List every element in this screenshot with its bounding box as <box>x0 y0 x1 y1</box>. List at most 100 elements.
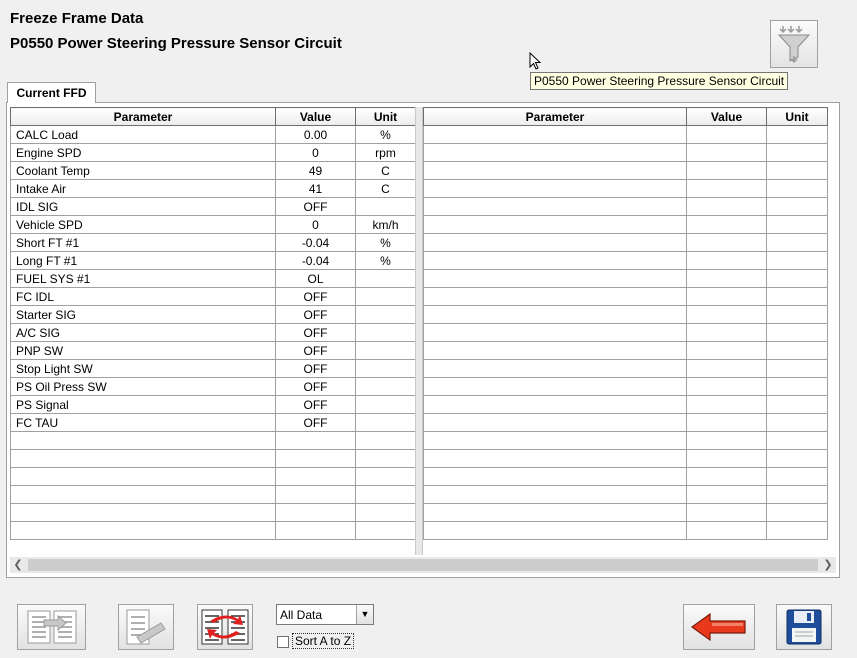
filter-button[interactable] <box>770 20 818 68</box>
table-row[interactable] <box>423 341 828 360</box>
table-row[interactable]: A/C SIG OFF <box>10 323 416 342</box>
table-row[interactable] <box>423 431 828 450</box>
column-header-unit[interactable]: Unit <box>355 107 416 126</box>
unit-cell <box>766 449 828 468</box>
table-row[interactable] <box>423 125 828 144</box>
value-cell: OFF <box>275 359 356 378</box>
parameter-cell: Intake Air <box>10 179 276 198</box>
table-row[interactable]: PS Signal OFF <box>10 395 416 414</box>
floppy-save-icon <box>786 609 822 645</box>
table-row[interactable]: Short FT #1 -0.04% <box>10 233 416 252</box>
table-row[interactable] <box>423 359 828 378</box>
table-row[interactable] <box>10 449 416 468</box>
value-cell: 0 <box>275 215 356 234</box>
column-header-parameter[interactable]: Parameter <box>423 107 687 126</box>
table-row[interactable] <box>423 179 828 198</box>
unit-cell <box>766 179 828 198</box>
unit-cell <box>766 467 828 486</box>
unit-cell <box>355 323 416 342</box>
parameter-cell: Long FT #1 <box>10 251 276 270</box>
table-row[interactable]: PNP SW OFF <box>10 341 416 360</box>
column-header-unit[interactable]: Unit <box>766 107 828 126</box>
unit-cell <box>766 251 828 270</box>
table-row[interactable] <box>10 467 416 486</box>
ffd-table-left: Parameter Value Unit CALC Load 0.00% Engin… <box>10 107 416 540</box>
table-row[interactable] <box>423 269 828 288</box>
table-row[interactable] <box>423 215 828 234</box>
table-row[interactable] <box>10 431 416 450</box>
table-row[interactable]: Long FT #1 -0.04% <box>10 251 416 270</box>
table-row[interactable] <box>10 503 416 522</box>
table-row[interactable] <box>10 485 416 504</box>
table-row[interactable] <box>423 395 828 414</box>
table-row[interactable]: FC TAU OFF <box>10 413 416 432</box>
table-splitter[interactable] <box>415 107 423 555</box>
table-row[interactable] <box>423 197 828 216</box>
parameter-cell <box>423 233 687 252</box>
unit-cell: C <box>355 179 416 198</box>
table-row[interactable] <box>423 251 828 270</box>
table-row[interactable] <box>423 161 828 180</box>
table-row[interactable] <box>423 305 828 324</box>
dtc-description: P0550 Power Steering Pressure Sensor Cir… <box>10 35 342 52</box>
table-row[interactable] <box>423 323 828 342</box>
unit-cell <box>355 485 416 504</box>
sort-a-to-z-checkbox[interactable] <box>277 636 289 648</box>
tab-current-ffd[interactable]: Current FFD <box>7 82 96 103</box>
value-cell: 49 <box>275 161 356 180</box>
table-row[interactable]: Intake Air 41 C <box>10 179 416 198</box>
value-cell <box>686 323 767 342</box>
parameter-cell <box>423 413 687 432</box>
table-row[interactable] <box>423 503 828 522</box>
value-cell <box>275 503 356 522</box>
edit-list-button[interactable] <box>118 604 174 650</box>
table-row[interactable] <box>423 143 828 162</box>
parameter-cell: FUEL SYS #1 <box>10 269 276 288</box>
unit-cell <box>766 377 828 396</box>
horizontal-scrollbar[interactable]: ❮ ❯ <box>10 557 836 573</box>
table-row[interactable]: FC IDL OFF <box>10 287 416 306</box>
table-row[interactable] <box>423 449 828 468</box>
table-row[interactable] <box>423 233 828 252</box>
back-button[interactable] <box>683 604 755 650</box>
column-header-value[interactable]: Value <box>686 107 767 126</box>
parameter-cell: PS Signal <box>10 395 276 414</box>
value-cell: OFF <box>275 377 356 396</box>
column-header-value[interactable]: Value <box>275 107 356 126</box>
parameter-cell: Vehicle SPD <box>10 215 276 234</box>
table-row[interactable] <box>423 485 828 504</box>
scroll-right-icon[interactable]: ❯ <box>820 557 836 573</box>
parameter-cell: Engine SPD <box>10 143 276 162</box>
data-filter-select[interactable]: All Data ▼ <box>276 604 374 625</box>
table-row[interactable]: Coolant Temp 49 C <box>10 161 416 180</box>
table-row[interactable]: Vehicle SPD 0 km/h <box>10 215 416 234</box>
mouse-cursor-icon <box>529 52 541 70</box>
table-row[interactable] <box>423 413 828 432</box>
table-row[interactable] <box>423 287 828 306</box>
table-row[interactable]: PS Oil Press SW OFF <box>10 377 416 396</box>
parameter-cell <box>10 431 276 450</box>
unit-cell <box>766 485 828 504</box>
table-row[interactable] <box>10 521 416 540</box>
sort-a-to-z-label[interactable]: Sort A to Z <box>292 633 355 649</box>
table-row[interactable] <box>423 377 828 396</box>
scrollbar-thumb[interactable] <box>28 559 818 571</box>
table-row[interactable]: Starter SIG OFF <box>10 305 416 324</box>
table-row[interactable]: IDL SIG OFF <box>10 197 416 216</box>
value-cell <box>686 287 767 306</box>
parameter-cell <box>423 161 687 180</box>
table-row[interactable]: FUEL SYS #1 OL <box>10 269 416 288</box>
save-button[interactable] <box>776 604 832 650</box>
value-cell <box>275 485 356 504</box>
table-row[interactable]: CALC Load 0.00% <box>10 125 416 144</box>
export-list-button[interactable] <box>17 604 86 650</box>
table-row[interactable] <box>423 521 828 540</box>
swap-lists-button[interactable] <box>197 604 253 650</box>
scroll-left-icon[interactable]: ❮ <box>10 557 26 573</box>
table-row[interactable] <box>423 467 828 486</box>
column-header-parameter[interactable]: Parameter <box>10 107 276 126</box>
unit-cell <box>355 197 416 216</box>
table-row[interactable]: Engine SPD 0 rpm <box>10 143 416 162</box>
table-row[interactable]: Stop Light SW OFF <box>10 359 416 378</box>
chevron-down-icon[interactable]: ▼ <box>356 605 373 624</box>
